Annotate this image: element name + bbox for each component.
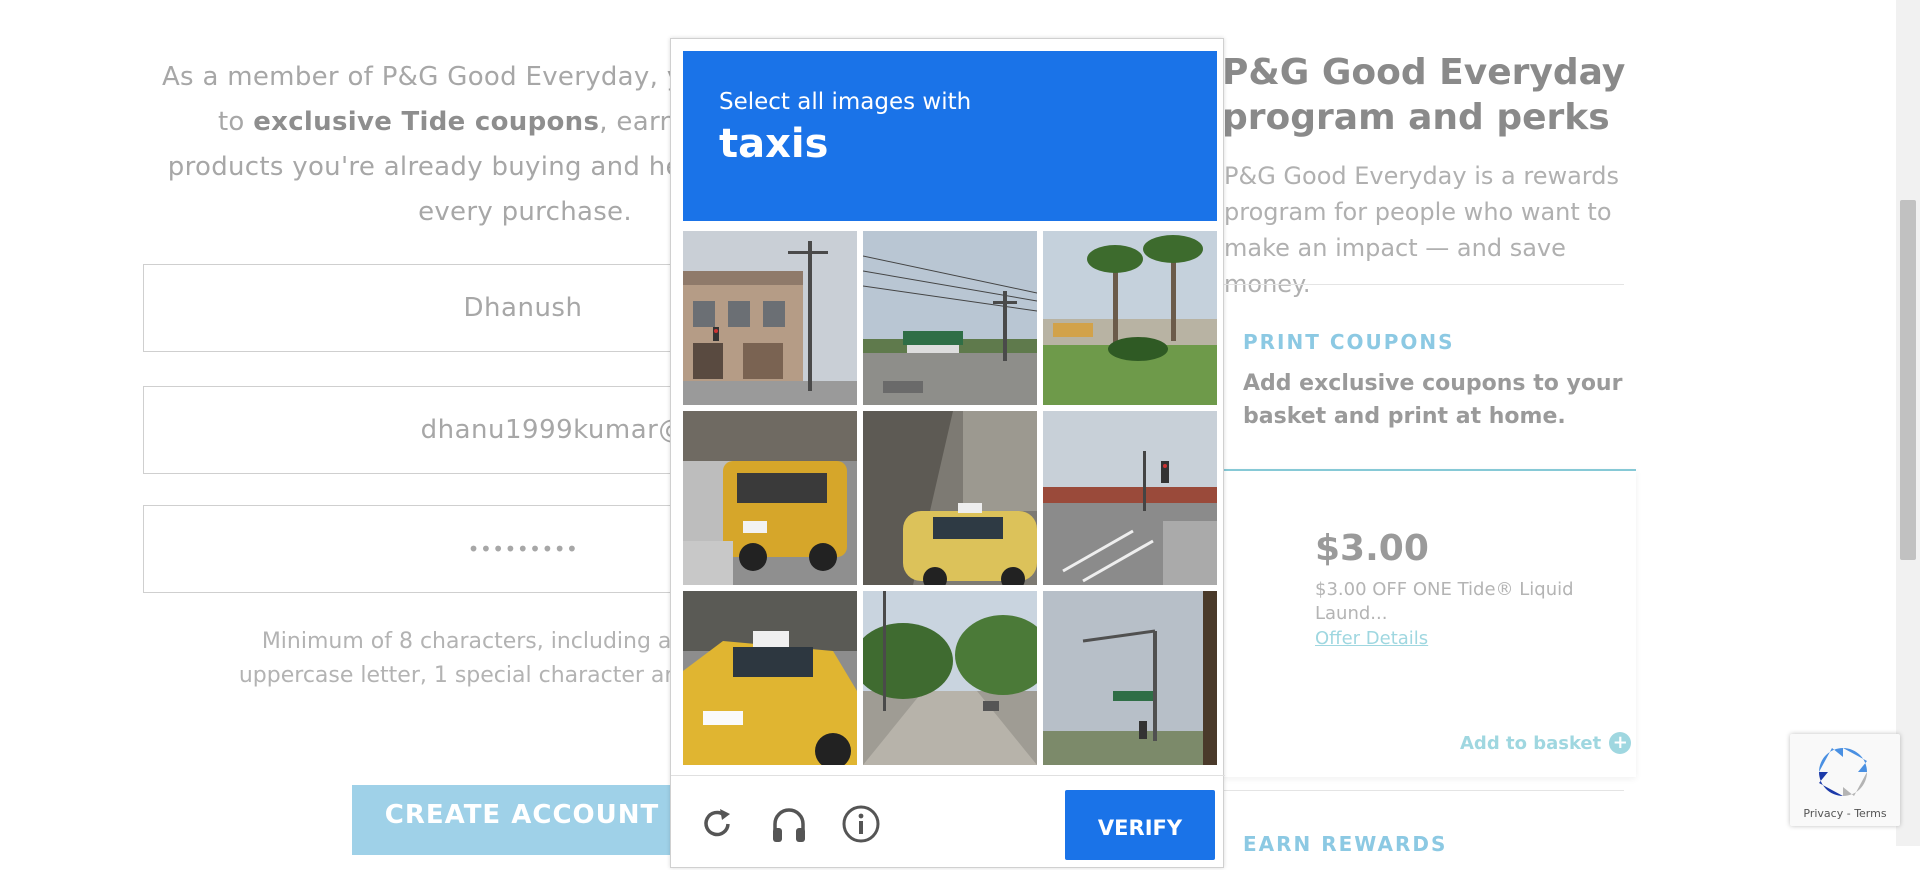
tree-lined-street-image bbox=[863, 591, 1037, 765]
reload-icon bbox=[704, 809, 730, 837]
challenge-footer: VERIFY bbox=[671, 775, 1225, 870]
street-lamp-image bbox=[1043, 591, 1217, 765]
yellow-taxi-image bbox=[683, 591, 857, 765]
power-lines-image bbox=[863, 231, 1037, 405]
privacy-link[interactable]: Privacy bbox=[1803, 807, 1843, 820]
divider bbox=[1222, 284, 1624, 285]
audio-challenge-button[interactable] bbox=[767, 802, 811, 846]
captcha-tile-2[interactable] bbox=[863, 231, 1037, 405]
divider bbox=[1222, 790, 1624, 791]
palm-trees-image bbox=[1043, 231, 1217, 405]
intro-line-2-bold: exclusive Tide coupons bbox=[253, 107, 600, 137]
challenge-keyword: taxis bbox=[719, 121, 829, 167]
page-background: As a member of P&G Good Everyday, you'll… bbox=[0, 0, 1920, 868]
recaptcha-badge[interactable]: Privacy - Terms bbox=[1790, 734, 1900, 826]
recaptcha-logo-icon bbox=[1819, 748, 1867, 796]
offer-details-link[interactable]: Offer Details bbox=[1315, 628, 1428, 649]
reload-button[interactable] bbox=[695, 802, 739, 846]
challenge-instruction: Select all images with bbox=[719, 89, 972, 115]
info-button[interactable] bbox=[839, 802, 883, 846]
print-coupons-heading: PRINT COUPONS bbox=[1243, 330, 1455, 354]
page-scrollbar[interactable] bbox=[1896, 0, 1920, 846]
program-title-line-1: P&G Good Everyday bbox=[1222, 52, 1626, 93]
coupon-price: $3.00 bbox=[1315, 528, 1429, 569]
info-icon bbox=[842, 805, 880, 843]
program-title: P&G Good Everyday program and perks bbox=[1222, 50, 1625, 140]
captcha-tile-7[interactable] bbox=[683, 591, 857, 765]
captcha-tile-4[interactable] bbox=[683, 411, 857, 585]
print-coupons-text: Add exclusive coupons to your basket and… bbox=[1243, 371, 1623, 429]
plus-icon: + bbox=[1609, 732, 1632, 754]
captcha-challenge: Select all images with taxis VERIFY bbox=[670, 38, 1225, 870]
earn-rewards-heading: EARN REWARDS bbox=[1243, 832, 1448, 856]
name-field-value: Dhanush bbox=[463, 293, 583, 323]
badge-links: Privacy - Terms bbox=[1790, 807, 1900, 820]
add-to-basket-label: Add to basket bbox=[1460, 732, 1602, 754]
add-to-basket-button[interactable]: Add to basket + bbox=[1460, 732, 1632, 754]
captcha-tile-6[interactable] bbox=[1043, 411, 1217, 585]
scrollbar-thumb[interactable] bbox=[1900, 200, 1916, 560]
intro-line-2-prefix: to bbox=[217, 107, 254, 137]
captcha-tile-9[interactable] bbox=[1043, 591, 1217, 765]
terms-link[interactable]: Terms bbox=[1854, 807, 1886, 820]
captcha-tile-3[interactable] bbox=[1043, 231, 1217, 405]
password-field-value: ••••••••• bbox=[467, 537, 579, 561]
coupon-description: $3.00 OFF ONE Tide® Liquid Laund... bbox=[1315, 579, 1574, 624]
badge-separator: - bbox=[1843, 807, 1855, 820]
captcha-tile-1[interactable] bbox=[683, 231, 857, 405]
taxi-overpass-image bbox=[863, 411, 1037, 585]
intersection-image bbox=[1043, 411, 1217, 585]
headphones-icon bbox=[773, 808, 805, 842]
captcha-tile-5[interactable] bbox=[863, 411, 1037, 585]
program-title-line-2: program and perks bbox=[1222, 97, 1610, 138]
challenge-header: Select all images with taxis bbox=[683, 51, 1217, 221]
captcha-tile-8[interactable] bbox=[863, 591, 1037, 765]
verify-button[interactable]: VERIFY bbox=[1065, 790, 1215, 860]
program-description: P&G Good Everyday is a rewards program f… bbox=[1224, 162, 1619, 298]
street-corner-image bbox=[683, 231, 857, 405]
create-account-button[interactable]: CREATE ACCOUNT bbox=[352, 785, 692, 855]
yellow-suv-image bbox=[683, 411, 857, 585]
